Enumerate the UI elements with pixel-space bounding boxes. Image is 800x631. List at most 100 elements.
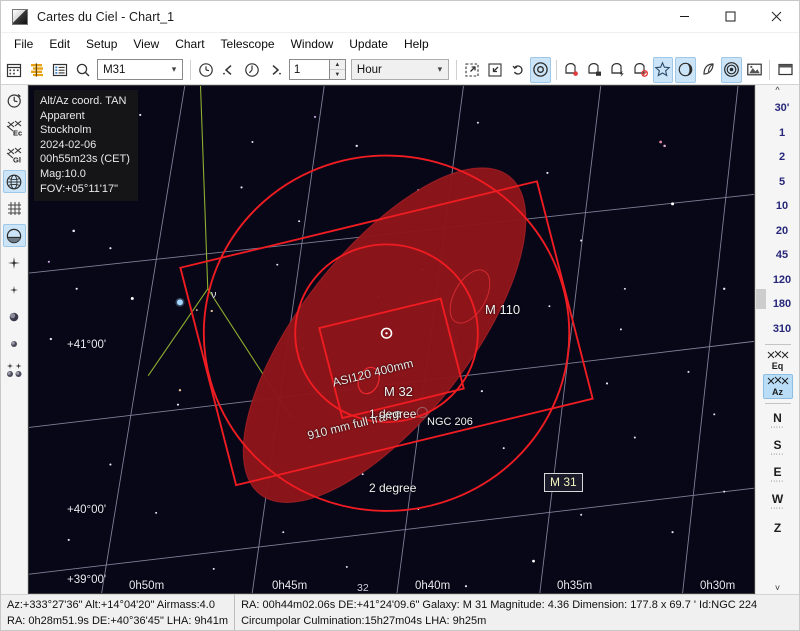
south-button[interactable]: S ····· bbox=[764, 434, 792, 460]
menu-view[interactable]: View bbox=[125, 34, 167, 54]
image-icon[interactable] bbox=[744, 57, 765, 83]
zoom-level-10[interactable]: 10 bbox=[756, 194, 799, 219]
star-large-icon[interactable] bbox=[3, 251, 26, 274]
scroll-up-arrow[interactable]: ^ bbox=[756, 85, 799, 96]
star-small-icon[interactable] bbox=[3, 278, 26, 301]
toolbar-separator bbox=[455, 59, 457, 80]
nebula-display-icon[interactable] bbox=[3, 305, 26, 328]
sky-chart[interactable]: Alt/Az coord. TAN Apparent Stockholm 202… bbox=[28, 85, 755, 594]
east-label: E bbox=[773, 464, 782, 479]
time-unit-select[interactable]: Hour ▾ bbox=[350, 59, 449, 80]
window-layout-icon[interactable] bbox=[775, 57, 796, 83]
menu-telescope[interactable]: Telescope bbox=[213, 34, 283, 54]
galactic-grid-icon[interactable]: Gl bbox=[3, 143, 26, 166]
zoom-level-1[interactable]: 1 bbox=[756, 121, 799, 146]
title-bar: Cartes du Ciel - Chart_1 bbox=[1, 1, 799, 33]
status-altaz-line: Az:+333°27'36" Alt:+14°04'20" Airmass:4.… bbox=[7, 598, 215, 611]
time-step-stepper[interactable]: ▲ ▼ bbox=[288, 59, 346, 80]
zoom-level-45[interactable]: 45 bbox=[756, 243, 799, 268]
zoom-level-30min[interactable]: 30' bbox=[756, 96, 799, 121]
maximize-icon[interactable] bbox=[707, 1, 753, 33]
fov-circles-icon[interactable] bbox=[720, 56, 742, 83]
zoom-level-20[interactable]: 20 bbox=[756, 219, 799, 244]
west-button[interactable]: W ····· bbox=[764, 488, 792, 514]
toolbar-separator bbox=[190, 59, 191, 80]
star-icon[interactable] bbox=[652, 56, 674, 83]
zoom-level-5[interactable]: 5 bbox=[756, 170, 799, 195]
menu-window[interactable]: Window bbox=[283, 34, 342, 54]
search-input[interactable]: M31 ▾ bbox=[97, 59, 184, 80]
grid-lines-icon[interactable] bbox=[3, 197, 26, 220]
time-step-input[interactable] bbox=[288, 59, 329, 80]
equatorial-grid-icon[interactable] bbox=[2, 170, 26, 193]
application-window: Cartes du Ciel - Chart_1 File Edit Setup… bbox=[0, 0, 800, 631]
close-icon[interactable] bbox=[753, 1, 799, 33]
east-button[interactable]: E ····· bbox=[764, 461, 792, 487]
calendar-icon[interactable] bbox=[4, 57, 25, 83]
chevron-down-icon[interactable]: ▾ bbox=[432, 64, 448, 75]
menu-edit[interactable]: Edit bbox=[41, 34, 78, 54]
search-icon[interactable] bbox=[72, 57, 93, 83]
horizon-dome-icon[interactable] bbox=[2, 224, 26, 247]
clock-now-icon[interactable] bbox=[196, 57, 217, 83]
scroll-down-arrow[interactable]: ˅ bbox=[756, 583, 799, 594]
north-label: N bbox=[773, 410, 782, 425]
telescope-connect-icon[interactable] bbox=[562, 57, 583, 83]
altaz-coord-button[interactable]: Az bbox=[762, 374, 793, 399]
telescope-lock-icon[interactable] bbox=[584, 57, 605, 83]
window-title: Cartes du Ciel - Chart_1 bbox=[37, 9, 175, 24]
direction-dots-icon: ····· bbox=[770, 424, 785, 431]
nebula-icon[interactable] bbox=[675, 56, 697, 83]
toolbar-separator bbox=[555, 59, 557, 80]
zoom-in-icon[interactable] bbox=[484, 57, 505, 83]
menu-help[interactable]: Help bbox=[396, 34, 437, 54]
menu-chart[interactable]: Chart bbox=[167, 34, 212, 54]
minimize-icon[interactable] bbox=[661, 1, 707, 33]
equatorial-coord-button[interactable]: Eq bbox=[763, 348, 793, 373]
deep-sky-all-icon[interactable] bbox=[3, 359, 26, 382]
refresh-icon[interactable] bbox=[507, 57, 528, 83]
status-bar: Az:+333°27'36" Alt:+14°04'20" Airmass:4.… bbox=[1, 594, 799, 630]
svg-text:Ec: Ec bbox=[13, 129, 22, 138]
stepper-down-icon[interactable]: ▼ bbox=[330, 70, 345, 79]
status-object-line: RA: 00h44m02.06s DE:+41°24'09.6" Galaxy:… bbox=[241, 598, 758, 611]
target-circle-icon[interactable] bbox=[529, 56, 551, 83]
equatorial-coord-label: Eq bbox=[771, 361, 784, 371]
clock-set-icon[interactable] bbox=[241, 57, 262, 83]
sky-canvas[interactable] bbox=[29, 86, 754, 593]
comet-icon[interactable] bbox=[698, 57, 719, 83]
telescope-abort-icon[interactable] bbox=[630, 57, 651, 83]
svg-text:Gl: Gl bbox=[13, 156, 21, 165]
zoom-level-310[interactable]: 310 bbox=[756, 317, 799, 342]
zoom-scroll-thumb[interactable] bbox=[756, 289, 766, 309]
zoom-out-icon[interactable] bbox=[462, 57, 483, 83]
step-backward-icon[interactable] bbox=[219, 57, 240, 83]
step-forward-icon[interactable] bbox=[264, 57, 285, 83]
altaz-coord-label: Az bbox=[772, 387, 783, 397]
status-position-group: Az:+333°27'36" Alt:+14°04'20" Airmass:4.… bbox=[1, 595, 234, 630]
time-unit-value: Hour bbox=[356, 63, 382, 76]
rail-divider bbox=[764, 344, 791, 345]
stepper-arrows[interactable]: ▲ ▼ bbox=[328, 59, 346, 80]
stepper-up-icon[interactable]: ▲ bbox=[329, 60, 345, 70]
ecliptic-grid-icon[interactable]: Ec bbox=[3, 116, 26, 139]
main-toolbar: M31 ▾ ▲ ▼ Hour ▾ bbox=[1, 55, 799, 85]
menu-setup[interactable]: Setup bbox=[78, 34, 125, 54]
zenith-button[interactable]: Z bbox=[764, 515, 792, 541]
status-radec-line: RA: 0h28m51.9s DE:+40°36'45" LHA: 9h41m bbox=[7, 614, 229, 627]
north-button[interactable]: N ····· bbox=[764, 407, 792, 433]
right-toolbar: ^ 30' 1 2 5 10 20 45 120 180 310 Eq Az N… bbox=[755, 85, 799, 594]
object-list-icon[interactable] bbox=[50, 57, 71, 83]
selected-object-badge[interactable]: M 31 bbox=[544, 473, 583, 492]
south-label: S bbox=[773, 437, 782, 452]
menu-update[interactable]: Update bbox=[341, 34, 396, 54]
chevron-down-icon[interactable]: ▾ bbox=[166, 64, 182, 75]
nebula-small-icon[interactable] bbox=[3, 332, 26, 355]
menu-file[interactable]: File bbox=[6, 34, 41, 54]
zoom-level-2[interactable]: 2 bbox=[756, 145, 799, 170]
zenith-label: Z bbox=[773, 521, 782, 535]
catalog-list-icon[interactable] bbox=[27, 57, 48, 83]
main-body: Ec Gl Alt/Az coord. TAN Apparent Stockho… bbox=[1, 85, 799, 594]
clock-icon[interactable] bbox=[3, 89, 26, 112]
telescope-slew-icon[interactable] bbox=[607, 57, 628, 83]
